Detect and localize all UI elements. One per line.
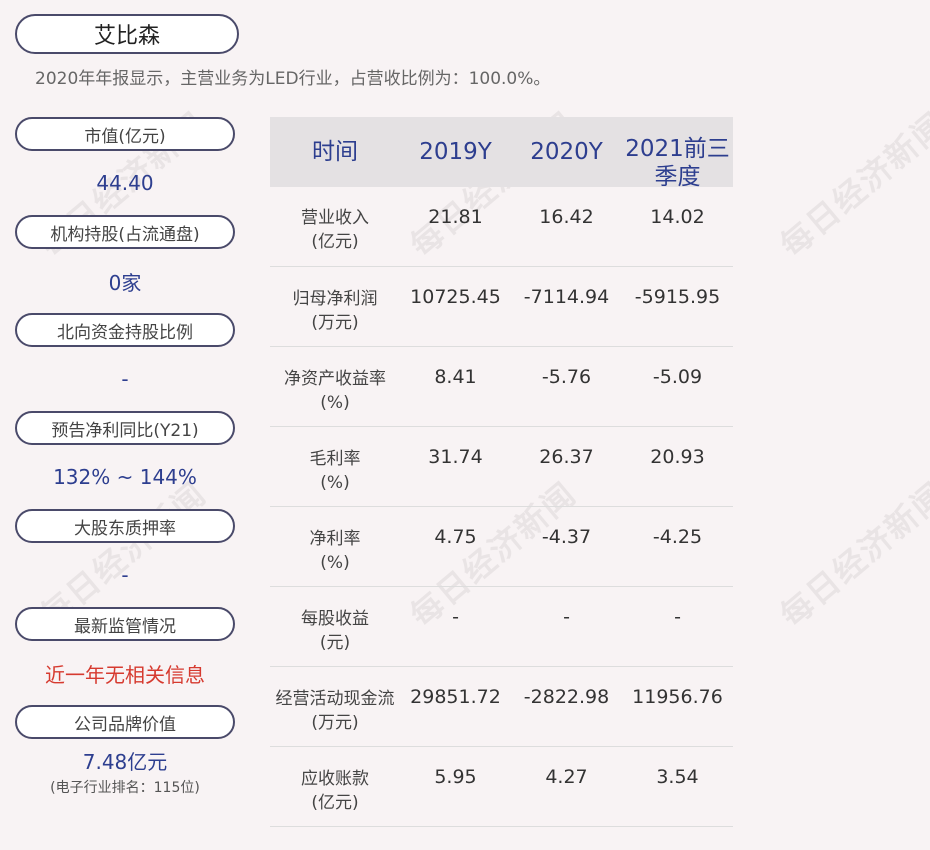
cell-value: 4.75	[434, 526, 477, 548]
cell-value: -2822.98	[523, 686, 610, 708]
cell-value: 16.42	[539, 206, 594, 228]
row-label: 净资产收益率 (%)	[284, 369, 386, 413]
company-name: 艾比森	[15, 14, 239, 54]
metric-value-brand-value: 7.48亿元 (电子行业排名：115位)	[50, 749, 200, 796]
watermark: 每日经济新闻	[772, 474, 930, 635]
metric-label-northbound-holdings: 北向资金持股比例	[15, 313, 235, 347]
metric-value-northbound-holdings: -	[121, 367, 129, 391]
row-label: 净利率 (%)	[309, 529, 361, 573]
metric-value-pledge-ratio: -	[121, 563, 129, 587]
cell-value: 8.41	[434, 366, 477, 388]
table-row: 经营活动现金流 (万元) 29851.72 -2822.98 11956.76	[270, 667, 733, 747]
header-2019: 2019Y	[419, 139, 492, 165]
metric-label-market-cap: 市值(亿元)	[15, 117, 235, 151]
cell-value: 11956.76	[632, 686, 723, 708]
table-row: 毛利率 (%) 31.74 26.37 20.93	[270, 427, 733, 507]
metric-value-market-cap: 44.40	[96, 171, 154, 195]
header-2021q3: 2021前三季度	[625, 136, 730, 190]
financial-table: 时间 2019Y 2020Y 2021前三季度 营业收入 (亿元) 21.81 1…	[270, 117, 733, 827]
cell-value: -7114.94	[523, 286, 610, 308]
row-label: 经营活动现金流 (万元)	[275, 689, 395, 733]
metric-label-pledge-ratio: 大股东质押率	[15, 509, 235, 543]
watermark: 每日经济新闻	[772, 104, 930, 265]
metrics-panel: 市值(亿元) 44.40 机构持股(占流通盘) 0家 北向资金持股比例 - 预告…	[15, 117, 235, 803]
row-label: 毛利率 (%)	[309, 449, 361, 493]
cell-value: 14.02	[650, 206, 705, 228]
cell-value: -5915.95	[634, 286, 721, 308]
row-label: 营业收入 (亿元)	[301, 208, 369, 252]
cell-value: -5.76	[541, 366, 592, 388]
table-row: 净利率 (%) 4.75 -4.37 -4.25	[270, 507, 733, 587]
metric-label-institutional-holdings: 机构持股(占流通盘)	[15, 215, 235, 249]
cell-value: 5.95	[434, 766, 477, 788]
cell-value: 4.27	[545, 766, 588, 788]
header-2020: 2020Y	[530, 139, 603, 165]
cell-value: 10725.45	[410, 286, 501, 308]
metric-value-profit-forecast: 132% ~ 144%	[53, 465, 197, 489]
table-row: 每股收益 (元) - - -	[270, 587, 733, 667]
brand-rank-note: (电子行业排名：115位)	[50, 779, 200, 796]
header-time: 时间	[312, 139, 358, 165]
metric-value-regulation: 近一年无相关信息	[45, 662, 205, 687]
cell-value: 29851.72	[410, 686, 501, 708]
metric-value-institutional-holdings: 0家	[108, 270, 142, 295]
table-row: 营业收入 (亿元) 21.81 16.42 14.02	[270, 187, 733, 267]
row-label: 归母净利润 (万元)	[292, 289, 378, 333]
cell-value: -4.25	[652, 526, 703, 548]
table-header: 时间 2019Y 2020Y 2021前三季度	[270, 117, 733, 190]
cell-value: 31.74	[428, 446, 483, 468]
cell-value: 20.93	[650, 446, 705, 468]
row-label: 每股收益 (元)	[301, 609, 369, 653]
cell-value: -5.09	[652, 366, 703, 388]
metric-label-profit-forecast: 预告净利同比(Y21)	[15, 411, 235, 445]
cell-value: -	[452, 606, 459, 628]
metric-label-regulation: 最新监管情况	[15, 607, 235, 641]
cell-value: 26.37	[539, 446, 594, 468]
cell-value: -	[563, 606, 570, 628]
cell-value: -4.37	[541, 526, 592, 548]
table-row: 归母净利润 (万元) 10725.45 -7114.94 -5915.95	[270, 267, 733, 347]
table-row: 净资产收益率 (%) 8.41 -5.76 -5.09	[270, 347, 733, 427]
cell-value: -	[674, 606, 681, 628]
metric-label-brand-value: 公司品牌价值	[15, 705, 235, 739]
row-label: 应收账款 (亿元)	[301, 769, 369, 813]
business-summary: 2020年年报显示，主营业务为LED行业，占营收比例为：100.0%。	[35, 69, 551, 89]
cell-value: 3.54	[656, 766, 699, 788]
cell-value: 21.81	[428, 206, 483, 228]
table-row: 应收账款 (亿元) 5.95 4.27 3.54	[270, 747, 733, 827]
